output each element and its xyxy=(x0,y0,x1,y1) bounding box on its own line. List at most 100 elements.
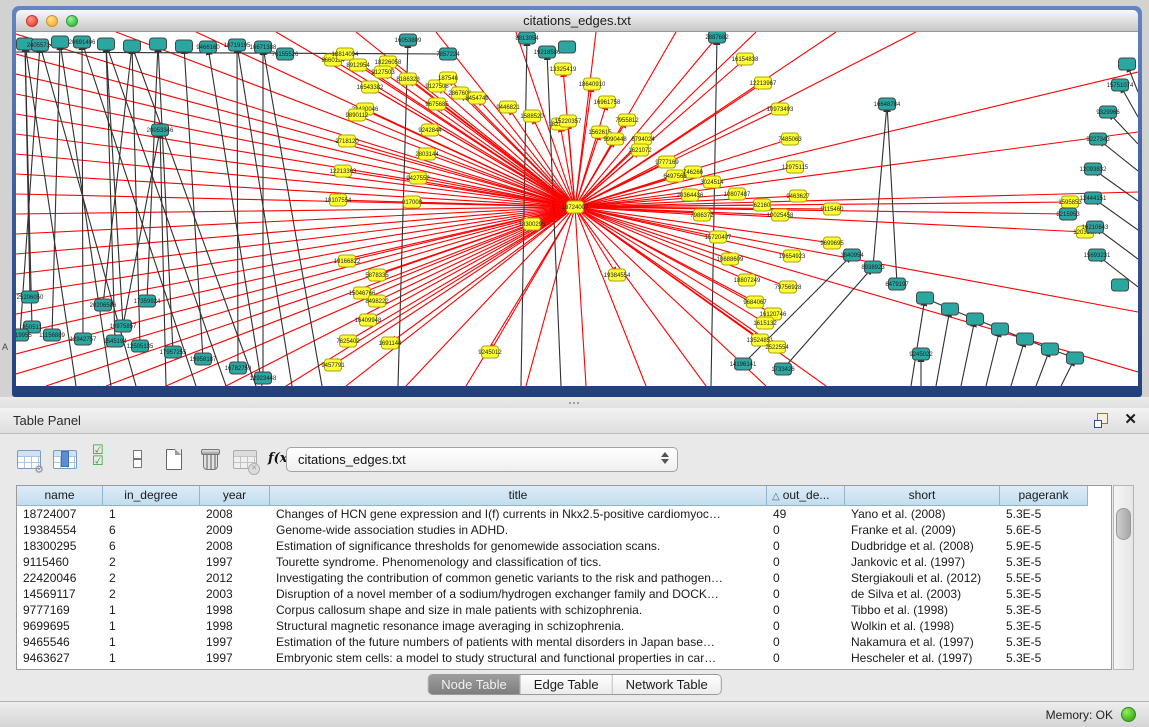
graph-node[interactable] xyxy=(124,40,141,52)
minimize-window-button[interactable] xyxy=(46,15,58,27)
graph-node-label: 18226058 xyxy=(375,60,402,66)
graph-node-label: 9245022 xyxy=(909,352,933,358)
citation-edge-black xyxy=(986,329,1000,386)
table-selector-dropdown[interactable]: citations_edges.txt xyxy=(286,447,678,472)
network-canvas[interactable]: 1872400796601248912954182260589127503818… xyxy=(16,32,1138,386)
graph-node-label: 9319955 xyxy=(16,333,32,339)
graph-node[interactable] xyxy=(98,38,115,50)
graph-node-label: 12213967 xyxy=(750,81,777,87)
graph-node-label: 15720407 xyxy=(705,235,732,241)
table-cell: 5.3E-5 xyxy=(1000,554,1088,570)
citation-edge-black xyxy=(873,104,887,267)
graph-node-label: 18300295 xyxy=(519,222,546,228)
column-header-in_degree[interactable]: in_degree xyxy=(103,486,200,506)
table-cell: 1 xyxy=(103,634,200,650)
graph-node[interactable] xyxy=(967,313,984,325)
close-panel-icon[interactable]: ✕ xyxy=(1124,412,1137,428)
graph-node[interactable] xyxy=(52,36,69,48)
table-row[interactable]: 1938455462009Genome-wide association stu… xyxy=(17,522,1111,538)
table-row[interactable]: 1872400712008Changes of HCN gene express… xyxy=(17,506,1111,522)
delete-rows-icon[interactable] xyxy=(196,447,224,473)
citation-edge-red xyxy=(575,72,1138,207)
float-panel-icon[interactable] xyxy=(1094,412,1110,428)
graph-node-label: 16210643 xyxy=(1082,225,1109,231)
citation-edge-red xyxy=(575,207,706,386)
table-cell: Investigating the contribution of common… xyxy=(270,570,767,586)
split-divider[interactable] xyxy=(0,397,1149,408)
graph-node[interactable] xyxy=(1067,352,1084,364)
graph-node-label: 9227343 xyxy=(1086,137,1110,143)
tab-edge-table[interactable]: Edge Table xyxy=(521,675,613,694)
divider-handle-icon[interactable] xyxy=(567,400,580,406)
scrollbar-thumb[interactable] xyxy=(1116,508,1131,540)
column-edit-icon[interactable] xyxy=(52,447,80,473)
zoom-window-button[interactable] xyxy=(66,15,78,27)
table-row[interactable]: 1830029562008Estimation of significance … xyxy=(17,538,1111,554)
delete-table-icon[interactable] xyxy=(232,447,260,473)
table-row[interactable]: 969969511998Structural magnetic resonanc… xyxy=(17,618,1111,634)
column-header-name[interactable]: name xyxy=(17,486,103,506)
graph-node[interactable] xyxy=(1119,58,1136,70)
graph-node[interactable] xyxy=(992,323,1009,335)
graph-node-label: 9675685 xyxy=(425,102,449,108)
citation-edge-red xyxy=(16,207,575,334)
graph-node-label: 19958187 xyxy=(190,357,217,363)
row-height-icon[interactable] xyxy=(124,447,152,473)
graph-node-label: 2887682 xyxy=(705,35,729,41)
column-header-pagerank[interactable]: pagerank xyxy=(1000,486,1088,506)
table-cell: Stergiakouli et al. (2012) xyxy=(845,570,1000,586)
graph-node[interactable] xyxy=(176,40,193,52)
citation-edge-black xyxy=(911,298,925,386)
memory-status-icon[interactable] xyxy=(1121,707,1136,722)
citation-edge-black xyxy=(1011,339,1025,386)
select-rows-icon[interactable] xyxy=(88,447,116,473)
graph-node-label: 19166822 xyxy=(334,259,361,265)
graph-node-label: 20053346 xyxy=(147,128,174,134)
graph-node-label: 15751074 xyxy=(1107,83,1134,89)
table-cell: 5.3E-5 xyxy=(1000,618,1088,634)
tab-node-table[interactable]: Node Table xyxy=(428,675,521,694)
column-header-year[interactable]: year xyxy=(200,486,270,506)
table-cell: 0 xyxy=(767,634,845,650)
table-row[interactable]: 977716911998Corpus callosum shape and si… xyxy=(17,602,1111,618)
column-header-out_de[interactable]: △out_de... xyxy=(767,486,845,506)
table-row[interactable]: 911546021997Tourette syndrome. Phenomeno… xyxy=(17,554,1111,570)
graph-node-label: 19654923 xyxy=(779,254,806,260)
new-table-icon[interactable] xyxy=(160,447,188,473)
close-window-button[interactable] xyxy=(26,15,38,27)
graph-node-label: 1691144 xyxy=(379,341,403,347)
column-header-short[interactable]: short xyxy=(845,486,1000,506)
graph-node[interactable] xyxy=(150,38,167,50)
citation-edge-black xyxy=(208,47,262,386)
window-title: citations_edges.txt xyxy=(16,10,1138,31)
table-row[interactable]: 946362711997Embryonic stem cells: a mode… xyxy=(17,650,1111,666)
graph-node[interactable] xyxy=(917,292,934,304)
table-cell: de Silva et al. (2003) xyxy=(845,586,1000,602)
network-view-window: citations_edges.txt 18724007966012489129… xyxy=(12,6,1142,397)
graph-node-label: 1840954 xyxy=(840,253,864,259)
table-row[interactable]: 1456911722003Disruption of a novel membe… xyxy=(17,586,1111,602)
citation-edge-red xyxy=(16,114,575,207)
graph-node-label: 9699695 xyxy=(820,241,844,247)
table-scrollbar[interactable] xyxy=(1113,485,1134,670)
graph-node[interactable] xyxy=(942,303,959,315)
tab-network-table[interactable]: Network Table xyxy=(613,675,721,694)
column-header-title[interactable]: title xyxy=(270,486,767,506)
table-row[interactable]: 2242004622012Investigating the contribut… xyxy=(17,570,1111,586)
graph-node[interactable] xyxy=(1017,333,1034,345)
node-table: namein_degreeyeartitle△out_de...shortpag… xyxy=(16,485,1112,670)
graph-node-label: 18107554 xyxy=(325,198,352,204)
graph-node[interactable] xyxy=(1042,343,1059,355)
table-cell: 5.3E-5 xyxy=(1000,634,1088,650)
table-cell: 0 xyxy=(767,522,845,538)
graph-node-label: 76155526 xyxy=(272,52,299,58)
graph-node[interactable] xyxy=(559,41,576,53)
graph-node-label: 10807487 xyxy=(724,192,751,198)
status-bar: Memory: OK xyxy=(0,701,1149,727)
window-titlebar[interactable]: citations_edges.txt xyxy=(16,10,1138,32)
table-cell: 2008 xyxy=(200,506,270,522)
table-row[interactable]: 946554611997Estimation of the future num… xyxy=(17,634,1111,650)
graph-node-label: 1733426 xyxy=(771,367,795,373)
table-settings-icon[interactable] xyxy=(16,447,44,473)
graph-node[interactable] xyxy=(1112,279,1129,291)
